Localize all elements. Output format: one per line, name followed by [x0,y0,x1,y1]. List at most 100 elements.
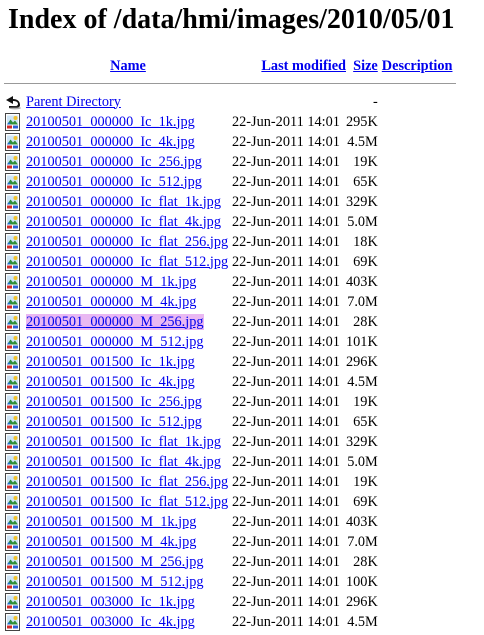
file-size: 5.0M [347,213,378,230]
file-modified: 22-Jun-2011 14:01 [232,453,340,470]
file-row: 20100501_001500_M_1k.jpg 22-Jun-2011 14:… [4,512,456,532]
file-link[interactable]: 20100501_000000_Ic_flat_4k.jpg [26,214,221,230]
sort-by-description-link[interactable]: Description [382,58,453,74]
image-file-icon[interactable] [4,533,26,551]
file-modified: 22-Jun-2011 14:01 [232,373,340,390]
file-link[interactable]: 20100501_000000_M_1k.jpg [26,274,196,290]
image-file-icon[interactable] [4,613,26,631]
image-file-icon[interactable] [4,453,26,471]
file-link[interactable]: 20100501_001500_Ic_4k.jpg [26,374,195,390]
file-description [380,472,456,492]
file-link[interactable]: 20100501_000000_Ic_flat_1k.jpg [26,194,221,210]
file-modified: 22-Jun-2011 14:01 [232,353,340,370]
file-row: 20100501_000000_Ic_512.jpg 22-Jun-2011 1… [4,172,456,192]
file-size: 329K [346,193,378,210]
file-link[interactable]: 20100501_000000_Ic_flat_256.jpg [26,234,228,250]
image-file-icon[interactable] [4,473,26,491]
parent-directory-row: Parent Directory - [4,92,456,112]
file-description [380,492,456,512]
sort-by-size-link[interactable]: Size [353,58,378,74]
image-file-icon[interactable] [4,433,26,451]
file-size: 7.0M [347,293,378,310]
file-modified: 22-Jun-2011 14:01 [232,193,340,210]
image-file-icon[interactable] [4,313,26,331]
image-file-icon[interactable] [4,333,26,351]
file-link[interactable]: 20100501_001500_Ic_flat_512.jpg [26,494,228,510]
file-modified: 22-Jun-2011 14:01 [232,273,340,290]
file-link[interactable]: 20100501_001500_Ic_1k.jpg [26,354,195,370]
file-link[interactable]: 20100501_000000_Ic_512.jpg [26,174,202,190]
file-row: 20100501_003000_Ic_1k.jpg 22-Jun-2011 14… [4,592,456,612]
file-row: 20100501_001500_Ic_1k.jpg 22-Jun-2011 14… [4,352,456,372]
file-row: 20100501_000000_Ic_1k.jpg 22-Jun-2011 14… [4,112,456,132]
file-row: 20100501_000000_Ic_flat_256.jpg 22-Jun-2… [4,232,456,252]
file-link[interactable]: 20100501_001500_Ic_256.jpg [26,394,202,410]
image-file-icon[interactable] [4,233,26,251]
header-divider-row [4,78,456,92]
image-file-icon[interactable] [4,193,26,211]
file-link[interactable]: 20100501_000000_Ic_256.jpg [26,154,202,170]
image-file-icon[interactable] [4,593,26,611]
image-file-icon[interactable] [4,373,26,391]
file-link[interactable]: 20100501_000000_M_512.jpg [26,334,204,350]
file-modified: 22-Jun-2011 14:01 [232,533,340,550]
image-file-icon[interactable] [4,133,26,151]
file-description [380,212,456,232]
file-modified: 22-Jun-2011 14:01 [232,233,340,250]
file-description [380,312,456,332]
file-modified: 22-Jun-2011 14:01 [232,493,340,510]
file-description [380,272,456,292]
header-divider [4,83,456,84]
file-link[interactable]: 20100501_000000_Ic_4k.jpg [26,134,195,150]
file-modified: 22-Jun-2011 14:01 [232,513,340,530]
file-row: 20100501_001500_Ic_512.jpg 22-Jun-2011 1… [4,412,456,432]
file-link[interactable]: 20100501_001500_M_512.jpg [26,574,204,590]
file-link[interactable]: 20100501_000000_M_4k.jpg [26,294,196,310]
file-size: 4.5M [347,373,378,390]
file-row: 20100501_000000_Ic_flat_1k.jpg 22-Jun-20… [4,192,456,212]
file-link[interactable]: 20100501_000000_Ic_1k.jpg [26,114,195,130]
image-file-icon[interactable] [4,213,26,231]
image-file-icon[interactable] [4,153,26,171]
file-link[interactable]: 20100501_001500_Ic_flat_256.jpg [26,474,228,490]
file-modified: 22-Jun-2011 14:01 [232,253,340,270]
file-description [380,352,456,372]
file-link[interactable]: 20100501_000000_M_256.jpg [26,313,204,330]
file-link[interactable]: 20100501_001500_Ic_flat_1k.jpg [26,434,221,450]
image-file-icon[interactable] [4,173,26,191]
file-link[interactable]: 20100501_000000_Ic_flat_512.jpg [26,254,228,270]
file-row: 20100501_000000_Ic_256.jpg 22-Jun-2011 1… [4,152,456,172]
image-file-icon[interactable] [4,413,26,431]
file-link[interactable]: 20100501_001500_M_4k.jpg [26,534,196,550]
sort-by-name-link[interactable]: Name [110,58,146,74]
file-modified: 22-Jun-2011 14:01 [232,413,340,430]
file-description [380,432,456,452]
file-size: 18K [353,233,378,250]
image-file-icon[interactable] [4,493,26,511]
file-description [380,592,456,612]
file-link[interactable]: 20100501_001500_M_256.jpg [26,554,204,570]
back-arrow-icon[interactable] [4,93,26,111]
image-file-icon[interactable] [4,253,26,271]
image-file-icon[interactable] [4,553,26,571]
sort-by-last-modified-link[interactable]: Last modified [261,58,346,74]
image-file-icon[interactable] [4,513,26,531]
file-size: 65K [353,173,378,190]
image-file-icon[interactable] [4,573,26,591]
file-link[interactable]: 20100501_001500_Ic_flat_4k.jpg [26,454,221,470]
file-link[interactable]: 20100501_003000_Ic_4k.jpg [26,614,195,630]
image-file-icon[interactable] [4,393,26,411]
file-link[interactable]: 20100501_001500_M_1k.jpg [26,514,196,530]
file-description [380,232,456,252]
file-size: 65K [353,413,378,430]
image-file-icon[interactable] [4,113,26,131]
image-file-icon[interactable] [4,293,26,311]
file-size: 101K [346,333,378,350]
parent-directory-link[interactable]: Parent Directory [26,94,121,110]
file-row: 20100501_000000_Ic_4k.jpg 22-Jun-2011 14… [4,132,456,152]
image-file-icon[interactable] [4,273,26,291]
image-file-icon[interactable] [4,353,26,371]
file-description [380,532,456,552]
file-link[interactable]: 20100501_003000_Ic_1k.jpg [26,594,195,610]
file-link[interactable]: 20100501_001500_Ic_512.jpg [26,414,202,430]
